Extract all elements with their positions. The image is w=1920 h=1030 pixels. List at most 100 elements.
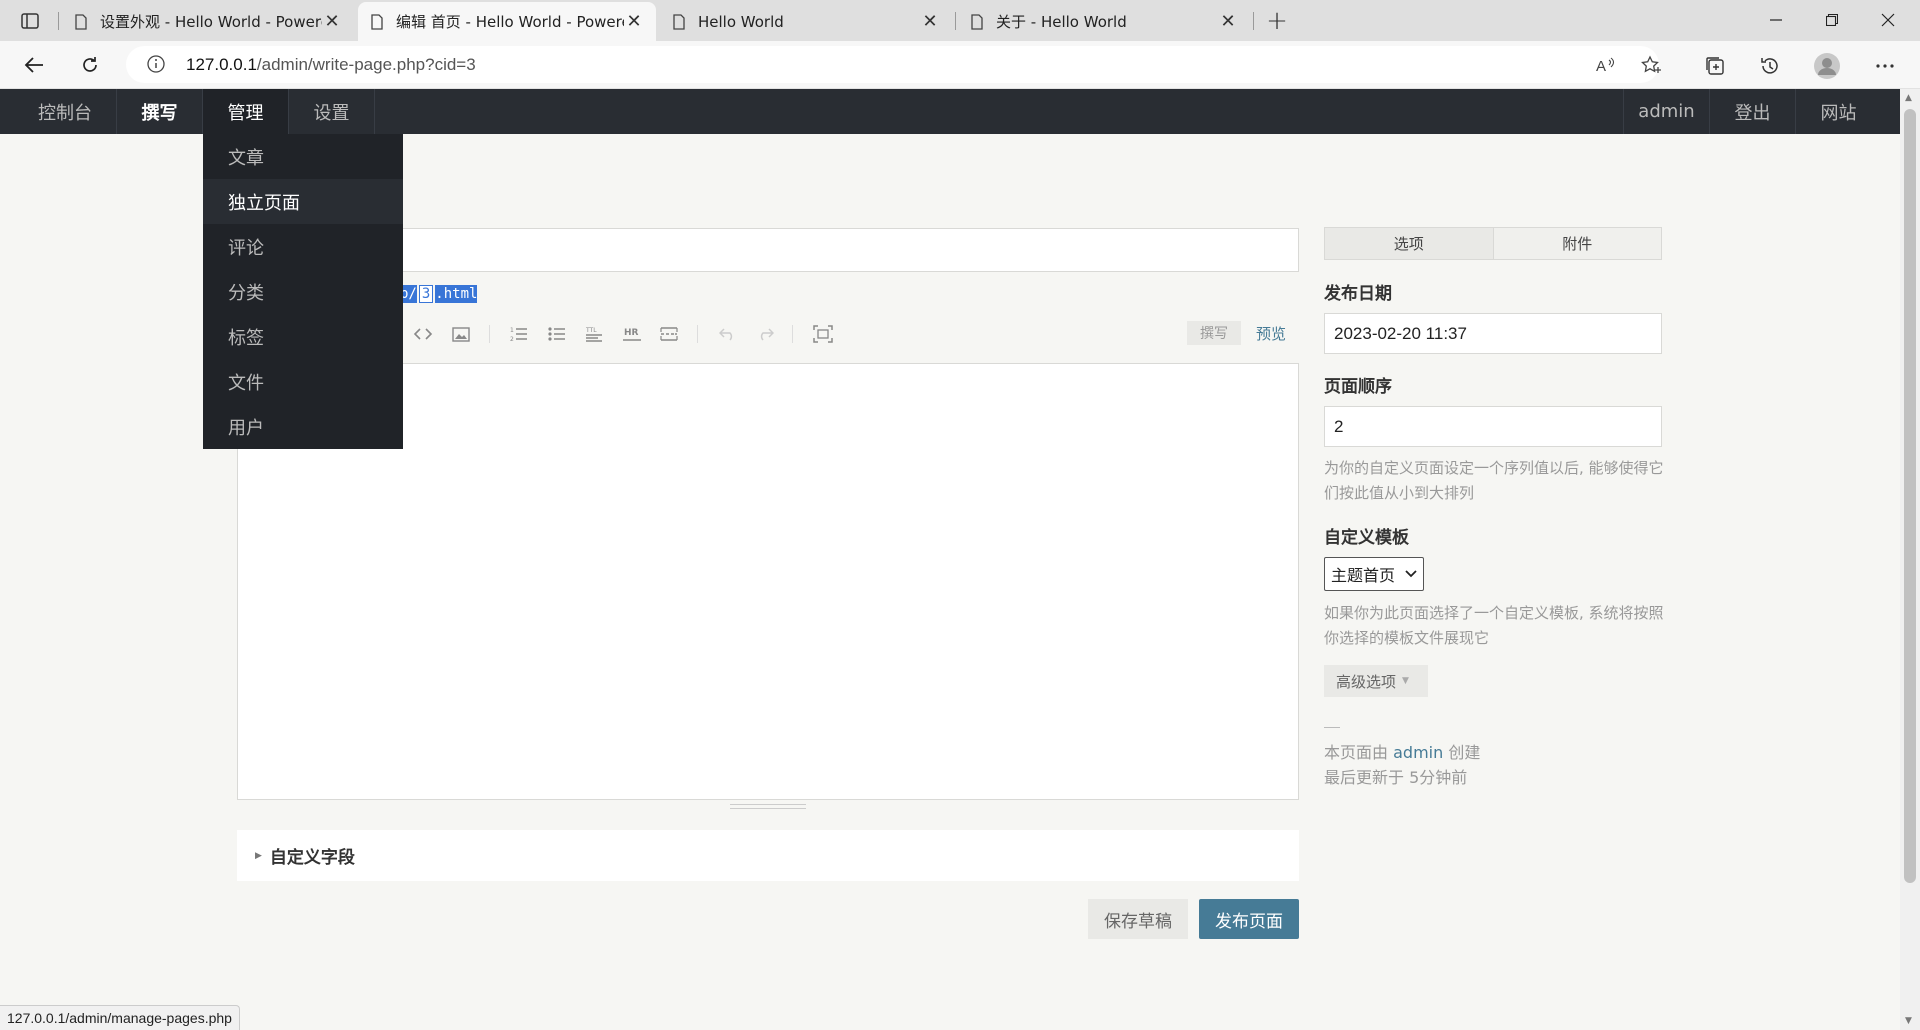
close-icon[interactable]: ✕ [1218, 11, 1238, 32]
menu-item-posts[interactable]: 文章 [203, 134, 403, 179]
read-aloud-icon[interactable]: A [1594, 54, 1618, 76]
collections-icon[interactable] [1700, 51, 1730, 81]
tab-attachments[interactable]: 附件 [1492, 228, 1661, 259]
nav-website[interactable]: 网站 [1795, 89, 1881, 134]
author-link[interactable]: admin [1393, 743, 1443, 762]
favorites-add-icon[interactable] [1640, 54, 1664, 76]
custom-fields-label: 自定义字段 [269, 848, 355, 868]
refresh-icon[interactable] [72, 49, 108, 81]
created-by-suffix: 创建 [1448, 743, 1481, 762]
custom-template-value: 主题首页 [1331, 566, 1396, 585]
tab-options[interactable]: 选项 [1325, 228, 1493, 259]
close-icon[interactable]: ✕ [322, 11, 342, 32]
browser-toolbar: 127.0.0.1/admin/write-page.php?cid=3 A [0, 41, 1920, 89]
menu-item-files[interactable]: 文件 [203, 359, 403, 404]
nav-admin-user[interactable]: admin [1623, 89, 1709, 134]
page-order-description: 为你的自定义页面设定一个序列值以后, 能够使得它们按此值从小到大排列 [1324, 459, 1664, 502]
bullet-list-icon[interactable] [545, 324, 569, 344]
created-by-prefix: 本页面由 [1324, 743, 1389, 762]
page-icon [673, 13, 685, 30]
nav-logout[interactable]: 登出 [1709, 89, 1795, 134]
save-draft-button[interactable]: 保存草稿 [1088, 899, 1188, 939]
close-window-icon[interactable] [1860, 0, 1916, 40]
link-status-bar: 127.0.0.1/admin/manage-pages.php [0, 1005, 240, 1030]
mode-preview-tab[interactable]: 预览 [1251, 321, 1291, 345]
publish-date-input[interactable]: 2023-02-20 11:37 [1324, 313, 1662, 354]
tab-separator [955, 12, 956, 30]
tab-about[interactable]: 关于 - Hello World ✕ [958, 2, 1250, 41]
slug-suffix: .html [435, 285, 478, 303]
url-text[interactable]: 127.0.0.1/admin/write-page.php?cid=3 [186, 55, 476, 75]
manage-dropdown-menu: 文章 独立页面 评论 分类 标签 文件 用户 [203, 134, 403, 449]
profile-avatar-icon[interactable] [1812, 51, 1842, 81]
redo-icon[interactable] [753, 324, 777, 344]
browser-tabstrip: 设置外观 - Hello World - Powere ✕ 编辑 首页 - He… [0, 0, 1920, 41]
close-icon[interactable]: ✕ [624, 11, 644, 32]
heading-icon[interactable]: TTL [582, 324, 606, 344]
scroll-down-icon[interactable]: ▼ [1905, 1016, 1912, 1026]
page-icon [971, 13, 983, 30]
caret-down-icon: ▼ [1402, 676, 1409, 686]
publish-page-button[interactable]: 发布页面 [1199, 899, 1299, 939]
resize-handle[interactable] [730, 804, 806, 809]
mode-write-tab[interactable]: 撰写 [1187, 321, 1241, 345]
more-menu-icon[interactable] [1870, 51, 1900, 81]
menu-item-users[interactable]: 用户 [203, 404, 403, 449]
tab-actions-icon[interactable] [14, 8, 46, 34]
tab-title: 设置外观 - Hello World - Powere [100, 13, 322, 31]
ordered-list-icon[interactable]: 12 [507, 324, 531, 344]
custom-template-description: 如果你为此页面选择了一个自定义模板, 系统将按照你选择的模板文件展现它 [1324, 604, 1664, 647]
info-icon[interactable] [146, 54, 166, 74]
tab-title: 关于 - Hello World [996, 13, 1127, 31]
tab-separator [58, 12, 59, 30]
fullscreen-icon[interactable] [811, 324, 835, 344]
scroll-up-icon[interactable]: ▲ [1905, 93, 1912, 103]
svg-text:HR: HR [624, 328, 639, 338]
page-icon [75, 13, 87, 30]
menu-item-pages[interactable]: 独立页面 [203, 179, 403, 224]
tab-appearance[interactable]: 设置外观 - Hello World - Powere ✕ [62, 2, 354, 41]
menu-item-categories[interactable]: 分类 [203, 269, 403, 314]
chevron-down-icon [1405, 567, 1417, 581]
custom-fields-toggle[interactable]: ▶ 自定义字段 [237, 830, 1299, 881]
admin-nav-bar: 控制台 撰写 管理 设置 admin 登出 网站 [0, 89, 1900, 134]
tab-hello-world[interactable]: Hello World ✕ [660, 2, 952, 41]
restore-icon[interactable] [1804, 0, 1860, 40]
code-icon[interactable] [411, 324, 435, 344]
undo-icon[interactable] [716, 324, 740, 344]
tab-title: 编辑 首页 - Hello World - Powere [396, 13, 624, 31]
url-host: 127.0.0.1 [186, 55, 257, 74]
nav-dashboard[interactable]: 控制台 [14, 89, 117, 134]
image-icon[interactable] [449, 324, 473, 344]
back-icon[interactable] [16, 49, 52, 81]
sidebar-tabs: 选项 附件 [1324, 227, 1662, 260]
custom-template-select[interactable]: 主题首页 [1324, 557, 1424, 591]
tab-edit-page[interactable]: 编辑 首页 - Hello World - Powere ✕ [358, 2, 656, 41]
toolbar-divider [792, 325, 793, 343]
more-break-icon[interactable] [657, 324, 681, 344]
custom-template-label: 自定义模板 [1324, 528, 1409, 548]
nav-settings[interactable]: 设置 [289, 89, 375, 134]
svg-text:2: 2 [510, 336, 514, 342]
horizontal-rule-icon[interactable]: HR [620, 324, 644, 344]
menu-item-comments[interactable]: 评论 [203, 224, 403, 269]
slug-input[interactable]: 3 [418, 285, 434, 303]
nav-write[interactable]: 撰写 [117, 89, 203, 134]
page-icon [371, 13, 383, 30]
nav-manage[interactable]: 管理 [203, 89, 289, 134]
menu-item-tags[interactable]: 标签 [203, 314, 403, 359]
new-tab-icon[interactable]: + [1262, 6, 1292, 36]
svg-text:TTL: TTL [585, 327, 597, 334]
close-icon[interactable]: ✕ [920, 11, 940, 32]
minimize-icon[interactable] [1748, 0, 1804, 40]
slug-field[interactable]: p/3 .html [400, 282, 478, 306]
page-order-input[interactable]: 2 [1324, 406, 1662, 447]
page-scrollbar[interactable]: ▲ ▼ [1900, 89, 1920, 1030]
address-bar[interactable]: 127.0.0.1/admin/write-page.php?cid=3 A [126, 46, 1661, 83]
history-icon[interactable] [1755, 51, 1785, 81]
toolbar-divider [697, 325, 698, 343]
last-updated-text: 最后更新于 5分钟前 [1324, 768, 1468, 787]
advanced-options-button[interactable]: 高级选项 ▼ [1324, 665, 1428, 697]
url-path: /admin/write-page.php?cid=3 [256, 55, 476, 74]
scrollbar-thumb[interactable] [1904, 109, 1916, 883]
